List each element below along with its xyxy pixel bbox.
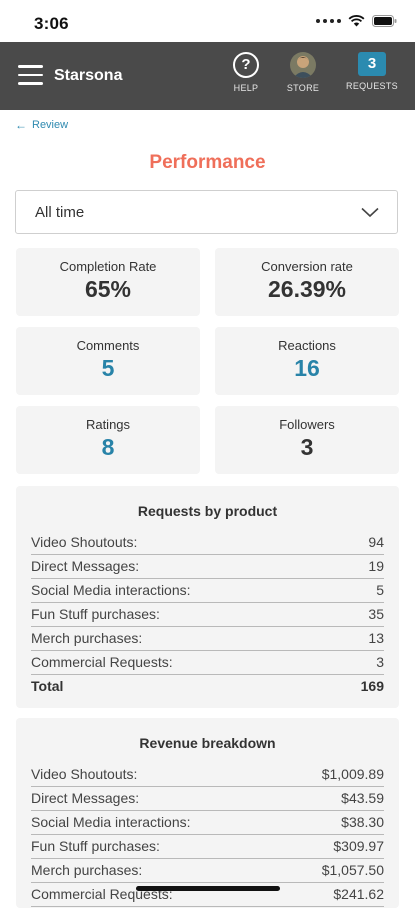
stat-value: 16 — [294, 355, 320, 381]
requests-badge: 3 — [358, 52, 386, 76]
app-header: Starsona ? HELP STORE 3 REQUESTS — [0, 42, 415, 110]
total-value: 169 — [360, 678, 384, 694]
row-label: Fun Stuff purchases: — [31, 606, 160, 622]
row-label: Fun Stuff purchases: — [31, 838, 160, 854]
row-label: Social Media interactions: — [31, 814, 191, 830]
stat-label: Conversion rate — [261, 259, 353, 274]
wifi-icon — [348, 15, 365, 27]
chevron-down-icon — [361, 205, 379, 223]
stat-value: 5 — [101, 355, 115, 381]
requests-table-title: Requests by product — [137, 503, 278, 519]
row-label: Merch purchases: — [31, 862, 143, 878]
table-row: Fun Stuff purchases: 35 — [31, 603, 384, 627]
menu-icon[interactable] — [18, 65, 43, 85]
stat-label: Ratings — [85, 417, 131, 432]
stat-comments: Comments 5 — [16, 327, 200, 395]
stat-label: Reactions — [278, 338, 336, 353]
battery-icon — [372, 15, 397, 27]
status-bar: 3:06 — [0, 0, 415, 42]
app-title: Starsona — [54, 67, 123, 84]
stat-label: Followers — [279, 417, 335, 432]
revenue-table-title: Revenue breakdown — [139, 735, 276, 751]
row-label: Direct Messages: — [31, 558, 140, 574]
stat-ratings: Ratings 8 — [16, 406, 200, 474]
requests-button[interactable]: 3 REQUESTS — [343, 52, 401, 91]
help-button[interactable]: ? HELP — [226, 52, 266, 93]
table-row: Direct Messages: 19 — [31, 555, 384, 579]
table-row: Social Media interactions: 5 — [31, 579, 384, 603]
table-total-row: Total 169 — [31, 675, 384, 698]
stat-conversion-rate: Conversion rate 26.39% — [215, 248, 399, 316]
table-row: Commercial Requests: 3 — [31, 651, 384, 675]
home-indicator[interactable] — [136, 886, 280, 891]
stat-label: Comments — [76, 338, 140, 353]
help-label: HELP — [233, 83, 259, 93]
row-value: 3 — [376, 654, 384, 670]
store-button[interactable]: STORE — [283, 52, 323, 93]
row-label: Merch purchases: — [31, 630, 143, 646]
requests-by-product-card: Requests by product Video Shoutouts: 94 D… — [16, 486, 399, 708]
table-row: Merch purchases: 13 — [31, 627, 384, 651]
row-value: 5 — [376, 582, 384, 598]
table-row: Direct Messages: $43.59 — [31, 787, 384, 811]
revenue-breakdown-card: Revenue breakdown Video Shoutouts: $1,009… — [16, 718, 399, 908]
table-row: Video Shoutouts: $1,009.89 — [31, 763, 384, 787]
help-circle-icon: ? — [233, 52, 259, 78]
row-label: Commercial Requests: — [31, 654, 173, 670]
table-row: Video Shoutouts: 94 — [31, 531, 384, 555]
store-label: STORE — [286, 83, 320, 93]
stat-followers: Followers 3 — [215, 406, 399, 474]
row-value: $38.30 — [341, 814, 384, 830]
row-label: Video Shoutouts: — [31, 534, 138, 550]
table-row: Merch purchases: $1,057.50 — [31, 859, 384, 883]
row-value: $43.59 — [341, 790, 384, 806]
stat-reactions: Reactions 16 — [215, 327, 399, 395]
row-value: $309.97 — [333, 838, 384, 854]
total-label: Total — [31, 678, 64, 694]
avatar — [290, 52, 316, 78]
stat-value: 26.39% — [267, 276, 346, 302]
row-value: $1,057.50 — [321, 862, 384, 878]
signal-icon — [316, 19, 341, 23]
stat-label: Completion Rate — [59, 259, 157, 274]
row-label: Social Media interactions: — [31, 582, 191, 598]
row-label: Video Shoutouts: — [31, 766, 138, 782]
back-link[interactable]: ← Review — [15, 118, 68, 132]
requests-label: REQUESTS — [346, 81, 398, 91]
status-time: 3:06 — [34, 14, 69, 33]
stat-value: 3 — [300, 434, 314, 460]
stat-completion-rate: Completion Rate 65% — [16, 248, 200, 316]
row-value: $1,009.89 — [321, 766, 384, 782]
row-value: 19 — [368, 558, 384, 574]
time-range-value: All time — [35, 204, 85, 221]
table-row: Fun Stuff purchases: $309.97 — [31, 835, 384, 859]
row-value: 13 — [368, 630, 384, 646]
row-label: Direct Messages: — [31, 790, 140, 806]
row-value: 94 — [368, 534, 384, 550]
back-arrow-icon: ← — [15, 118, 27, 132]
row-value: 35 — [368, 606, 384, 622]
status-icons — [316, 15, 397, 27]
time-range-select[interactable]: All time — [15, 190, 398, 234]
table-row: Social Media interactions: $38.30 — [31, 811, 384, 835]
stat-value: 8 — [101, 434, 115, 460]
back-link-label: Review — [32, 119, 69, 131]
stat-value: 65% — [84, 276, 132, 302]
page-title: Performance — [149, 152, 266, 173]
